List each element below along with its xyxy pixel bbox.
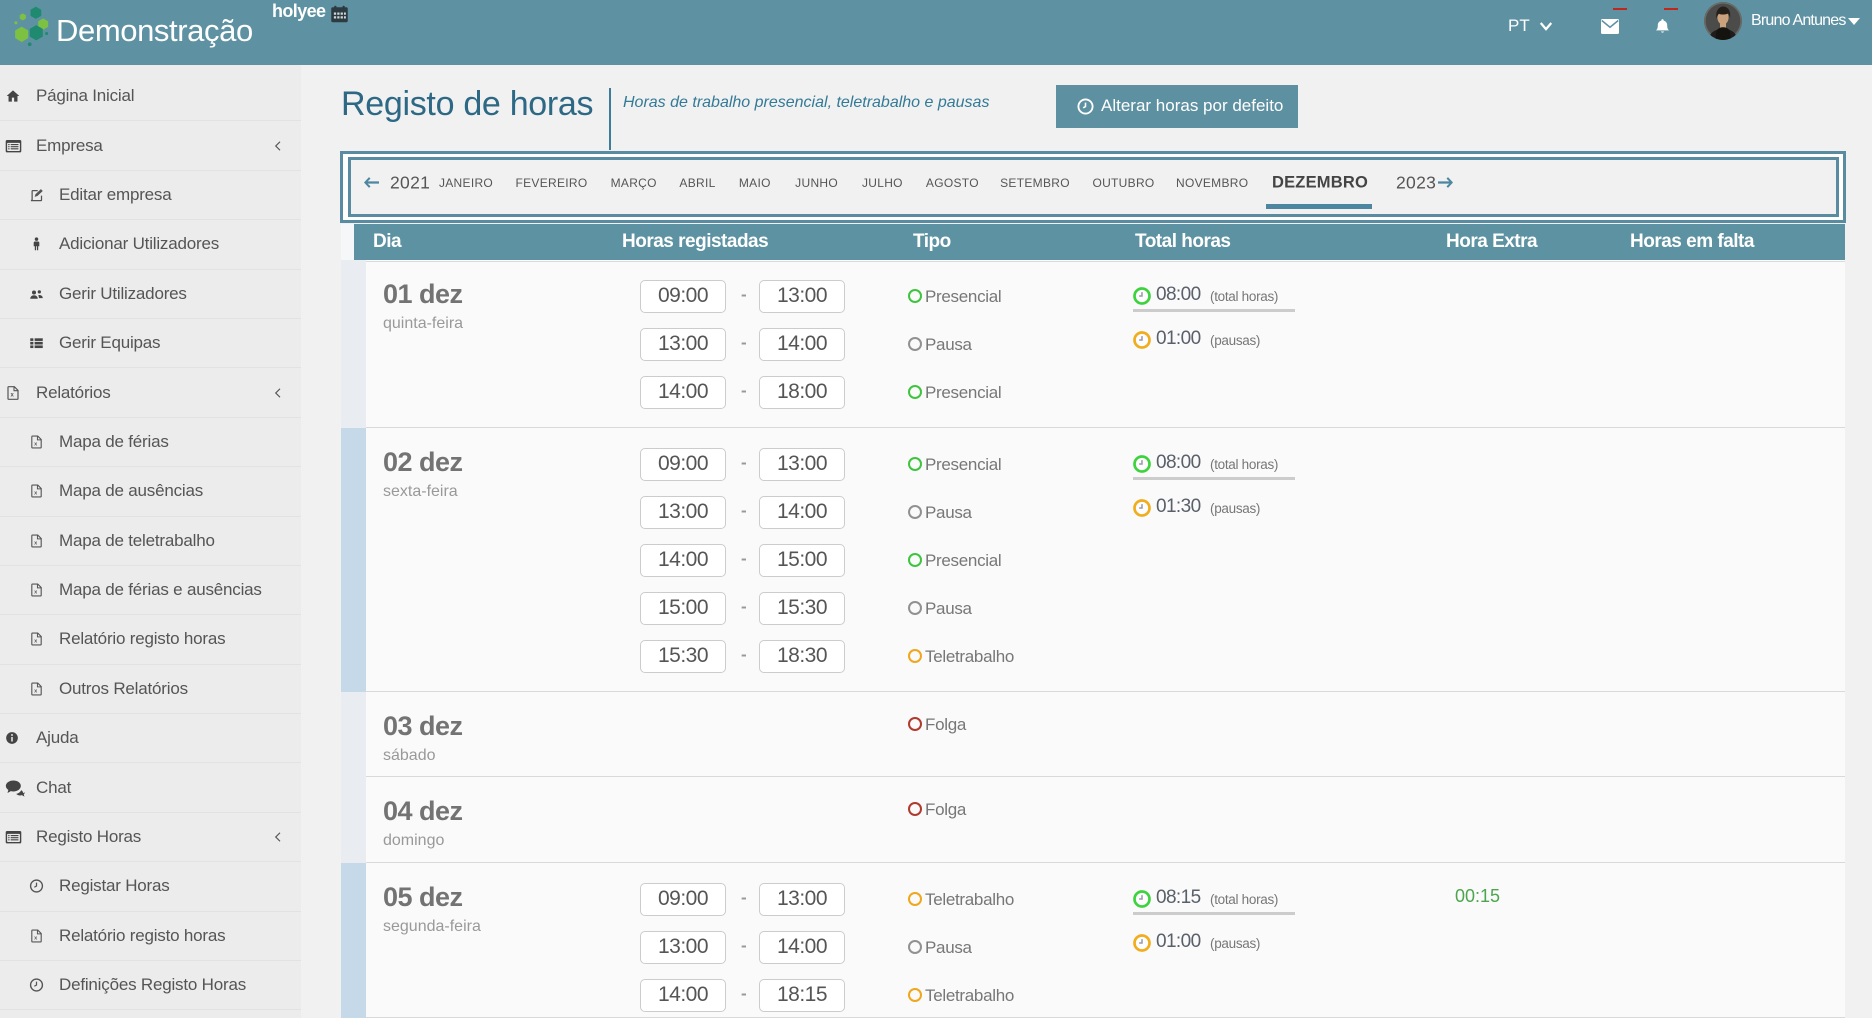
svg-text:x: x — [10, 392, 14, 398]
svg-text:x: x — [34, 540, 38, 546]
svg-text:x: x — [34, 491, 38, 497]
svg-text:x: x — [34, 590, 38, 596]
svg-text:x: x — [34, 639, 38, 645]
svg-text:x: x — [34, 441, 38, 447]
svg-text:x: x — [34, 935, 38, 941]
svg-text:x: x — [34, 688, 38, 694]
